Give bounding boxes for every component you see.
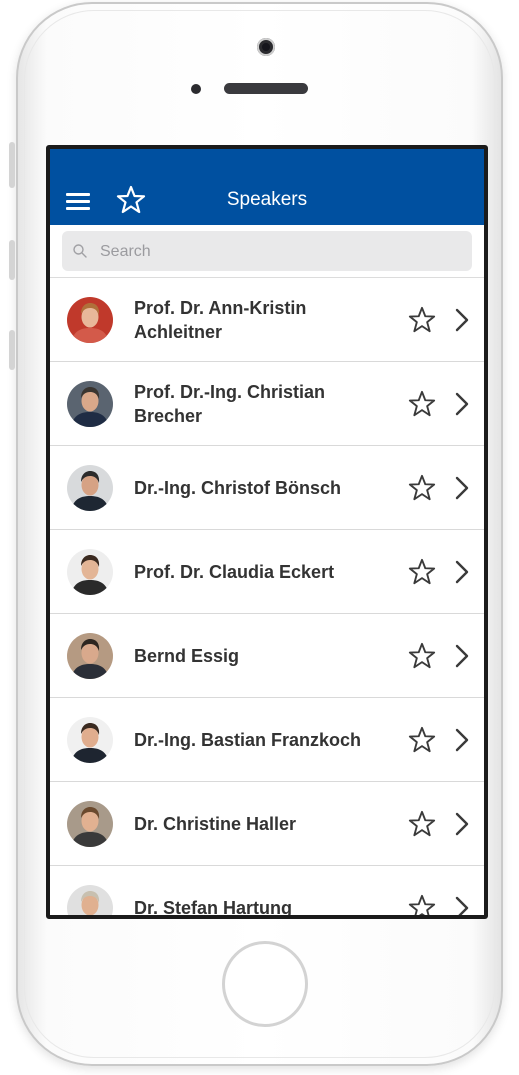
favorite-star-icon[interactable] bbox=[407, 809, 437, 839]
home-button[interactable] bbox=[222, 941, 308, 1027]
chevron-right-icon bbox=[455, 896, 469, 915]
avatar bbox=[67, 381, 113, 427]
favorite-star-icon[interactable] bbox=[407, 893, 437, 915]
speaker-row[interactable]: Dr. Stefan Hartung bbox=[50, 866, 484, 918]
speaker-name-line: Prof. Dr.-Ing. Christian bbox=[134, 382, 326, 402]
speaker-name: Dr. Stefan Hartung bbox=[134, 896, 374, 918]
speaker-name-line: Prof. Dr. Ann-Kristin bbox=[134, 298, 307, 318]
speaker-name-line: Dr. Christine Haller bbox=[134, 814, 297, 834]
speaker-row[interactable]: Prof. Dr. Ann-Kristin Achleitner bbox=[50, 278, 484, 362]
front-camera bbox=[257, 38, 275, 56]
avatar bbox=[67, 297, 113, 343]
volume-up-button bbox=[9, 240, 15, 280]
chevron-right-icon bbox=[455, 812, 469, 836]
speaker-row[interactable]: Prof. Dr. Claudia Eckert bbox=[50, 530, 484, 614]
speaker-name-line: Dr.-Ing. Bastian Franzkoch bbox=[134, 730, 362, 750]
navigation-bar: Speakers bbox=[50, 149, 484, 225]
page-title: Speakers bbox=[226, 189, 308, 210]
speaker-row[interactable]: Bernd Essig bbox=[50, 614, 484, 698]
proximity-sensor bbox=[191, 84, 201, 94]
favorite-star-icon[interactable] bbox=[407, 725, 437, 755]
search-icon bbox=[73, 244, 87, 258]
avatar bbox=[67, 801, 113, 847]
search-bar bbox=[50, 225, 484, 278]
speaker-name: Prof. Dr. Claudia Eckert bbox=[134, 560, 374, 584]
favorite-star-icon[interactable] bbox=[407, 641, 437, 671]
speaker-name: Dr.-Ing. Bastian Franzkoch bbox=[134, 728, 374, 752]
avatar bbox=[67, 885, 113, 915]
earpiece-speaker bbox=[224, 83, 308, 94]
favorite-star-icon[interactable] bbox=[407, 473, 437, 503]
speaker-row[interactable]: Dr.-Ing. Bastian Franzkoch bbox=[50, 698, 484, 782]
speaker-name-line: Bernd Essig bbox=[134, 646, 240, 666]
speaker-name-line: Prof. Dr. Claudia Eckert bbox=[134, 562, 335, 582]
search-field[interactable] bbox=[62, 231, 472, 273]
avatar bbox=[67, 549, 113, 595]
chevron-right-icon bbox=[455, 392, 469, 416]
speaker-row[interactable]: Prof. Dr.-Ing. Christian Brecher bbox=[50, 362, 484, 446]
chevron-right-icon bbox=[455, 560, 469, 584]
speaker-name: Dr. Christine Haller bbox=[134, 812, 374, 836]
volume-down-button bbox=[9, 330, 15, 370]
speaker-name-line: Dr. Stefan Hartung bbox=[134, 898, 293, 918]
app-screen: Speakers Prof. Dr. Ann-Kristin Achleitner… bbox=[46, 145, 488, 919]
chevron-right-icon bbox=[455, 476, 469, 500]
speaker-name-line: Dr.-Ing. Christof Bönsch bbox=[134, 478, 341, 498]
speaker-name: Prof. Dr.-Ing. Christian Brecher bbox=[134, 380, 374, 428]
search-input[interactable] bbox=[98, 231, 402, 273]
favorite-star-icon[interactable] bbox=[407, 557, 437, 587]
favorite-star-icon[interactable] bbox=[407, 305, 437, 335]
speaker-row[interactable]: Dr.-Ing. Christof Bönsch bbox=[50, 446, 484, 530]
speaker-name: Prof. Dr. Ann-Kristin Achleitner bbox=[134, 296, 374, 344]
avatar bbox=[67, 717, 113, 763]
avatar bbox=[67, 465, 113, 511]
speaker-list: Prof. Dr. Ann-Kristin Achleitner Prof. Dr.… bbox=[50, 278, 484, 918]
chevron-right-icon bbox=[455, 728, 469, 752]
avatar bbox=[67, 633, 113, 679]
speaker-name: Dr.-Ing. Christof Bönsch bbox=[134, 476, 374, 500]
mute-switch bbox=[9, 142, 15, 188]
chevron-right-icon bbox=[455, 644, 469, 668]
speaker-name: Bernd Essig bbox=[134, 644, 374, 668]
speaker-name-line: Brecher bbox=[134, 406, 203, 426]
chevron-right-icon bbox=[455, 308, 469, 332]
speaker-name-line: Achleitner bbox=[134, 322, 223, 342]
speaker-row[interactable]: Dr. Christine Haller bbox=[50, 782, 484, 866]
favorite-star-icon[interactable] bbox=[407, 389, 437, 419]
